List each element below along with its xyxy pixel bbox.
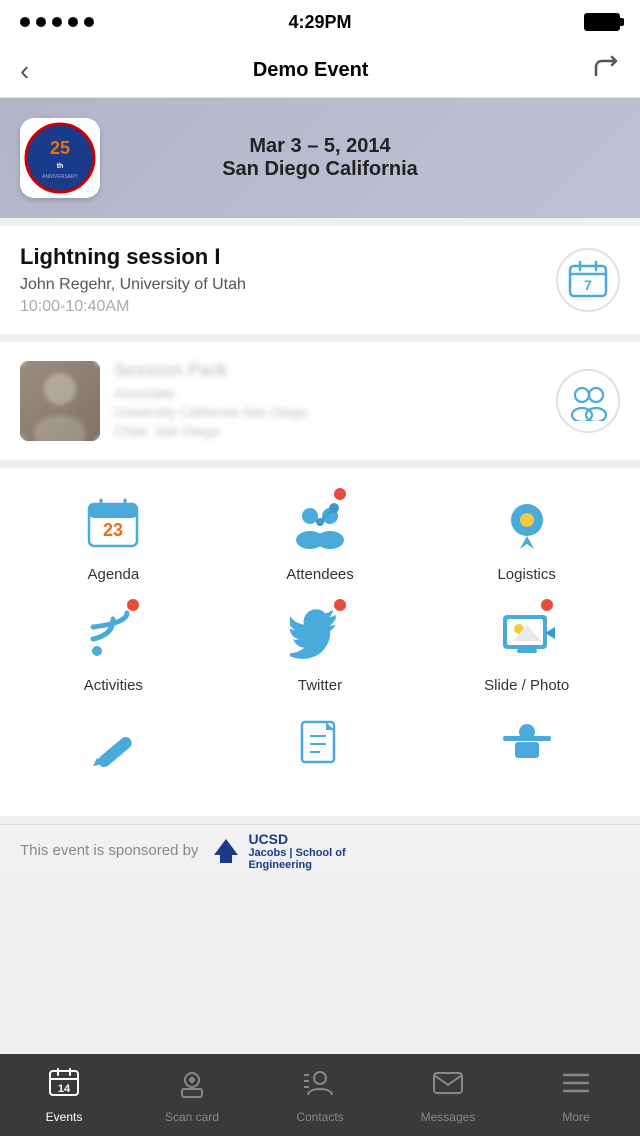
- svg-text:ANNIVERSARY: ANNIVERSARY: [42, 174, 78, 180]
- session-title: Lightning session I: [20, 244, 544, 270]
- twitter-label: Twitter: [298, 677, 342, 694]
- person-info: Session Park Associate University Califo…: [114, 360, 544, 442]
- back-button[interactable]: ‹: [20, 55, 29, 87]
- scan-card-tab-label: Scan card: [165, 1110, 219, 1124]
- logistics-icon: [491, 488, 563, 560]
- agenda-item[interactable]: 23 Agenda: [11, 488, 216, 583]
- more-tab-icon: [560, 1067, 592, 1106]
- activities-item[interactable]: Activities: [11, 599, 216, 694]
- messages-tab-icon: [432, 1067, 464, 1106]
- battery-icon: [584, 13, 620, 31]
- share-button[interactable]: [592, 53, 620, 88]
- slide-photo-item[interactable]: Slide / Photo: [424, 599, 629, 694]
- messages-tab-label: Messages: [421, 1110, 476, 1124]
- svg-text:25: 25: [50, 138, 70, 158]
- event-logo: 25 th ANNIVERSARY: [20, 118, 100, 198]
- lightning-session-card[interactable]: Lightning session I John Regehr, Univers…: [0, 226, 640, 334]
- svg-text:7: 7: [584, 277, 592, 293]
- grid-row-1: 23 Agenda Attendees: [10, 488, 630, 583]
- engineering-label: Engineering: [248, 859, 345, 871]
- slide-photo-notification-dot: [541, 599, 553, 611]
- edit-icon: [77, 710, 149, 782]
- svg-text:14: 14: [58, 1083, 71, 1095]
- grid-row-3-partial: [10, 710, 630, 790]
- jacobs-label: Jacobs | School of: [248, 847, 345, 859]
- session-presenter: John Regehr, University of Utah: [20, 276, 544, 294]
- slide-photo-label: Slide / Photo: [484, 677, 569, 694]
- person-name: Session Park: [114, 360, 544, 381]
- tab-messages[interactable]: Messages: [384, 1054, 512, 1136]
- agenda-icon: 23: [77, 488, 149, 560]
- event-location: San Diego California: [222, 158, 418, 181]
- session-info: Lightning session I John Regehr, Univers…: [20, 244, 544, 316]
- twitter-icon: [284, 599, 356, 671]
- scan-card-tab-icon: [176, 1067, 208, 1106]
- status-bar: 4:29PM: [0, 0, 640, 44]
- attendees-icon: [284, 488, 356, 560]
- tab-events[interactable]: 14 Events: [0, 1054, 128, 1136]
- document-item[interactable]: [218, 710, 423, 790]
- contacts-tab-icon: [304, 1067, 336, 1106]
- feature-grid: 23 Agenda Attendees: [0, 468, 640, 816]
- document-icon: [284, 710, 356, 782]
- contacts-tab-label: Contacts: [296, 1110, 343, 1124]
- session-time: 10:00-10:40AM: [20, 298, 544, 316]
- person-avatar: [20, 361, 100, 441]
- calendar-icon-circle: 7: [556, 248, 620, 312]
- hero-section: 25 th ANNIVERSARY Mar 3 – 5, 2014 San Di…: [0, 98, 640, 218]
- person-affiliation: University California San Diego: [114, 404, 544, 420]
- attendees-label: Attendees: [286, 566, 354, 583]
- tab-scan-card[interactable]: Scan card: [128, 1054, 256, 1136]
- status-time: 4:29PM: [288, 12, 351, 33]
- person-card[interactable]: Session Park Associate University Califo…: [0, 342, 640, 460]
- more-tab-label: More: [562, 1110, 589, 1124]
- activities-label: Activities: [84, 677, 143, 694]
- sponsor-bar: This event is sponsored by UCSD Jacobs |…: [0, 824, 640, 876]
- grid-row-2: Activities Twitter: [10, 599, 630, 694]
- svg-text:23: 23: [103, 520, 123, 540]
- tab-more[interactable]: More: [512, 1054, 640, 1136]
- sponsor-logo: UCSD Jacobs | School of Engineering: [210, 831, 345, 871]
- logistics-item[interactable]: Logistics: [424, 488, 629, 583]
- agenda-label: Agenda: [87, 566, 139, 583]
- events-tab-icon: 14: [48, 1067, 80, 1106]
- attendees-notification-dot: [334, 488, 346, 500]
- ucsd-label: UCSD: [248, 831, 345, 847]
- twitter-notification-dot: [334, 599, 346, 611]
- twitter-item[interactable]: Twitter: [218, 599, 423, 694]
- signal-dots: [20, 17, 94, 27]
- slide-photo-icon: [491, 599, 563, 671]
- activities-icon: [77, 599, 149, 671]
- logistics-label: Logistics: [497, 566, 555, 583]
- tab-contacts[interactable]: Contacts: [256, 1054, 384, 1136]
- presenter-item[interactable]: [424, 710, 629, 790]
- person-extra: Chair, San Diego: [114, 423, 544, 439]
- nav-bar: ‹ Demo Event: [0, 44, 640, 98]
- events-tab-label: Events: [46, 1110, 83, 1124]
- presenter-icon: [491, 710, 563, 782]
- svg-text:th: th: [57, 163, 64, 170]
- edit-item[interactable]: [11, 710, 216, 790]
- page-title: Demo Event: [253, 59, 369, 82]
- person-role: Associate: [114, 385, 544, 401]
- hero-event-info: Mar 3 – 5, 2014 San Diego California: [222, 135, 418, 181]
- sponsor-text: This event is sponsored by: [20, 842, 198, 859]
- tab-bar: 14 Events Scan card Contacts: [0, 1054, 640, 1136]
- attendees-item[interactable]: Attendees: [218, 488, 423, 583]
- attendees-icon-circle: [556, 369, 620, 433]
- event-date: Mar 3 – 5, 2014: [222, 135, 418, 158]
